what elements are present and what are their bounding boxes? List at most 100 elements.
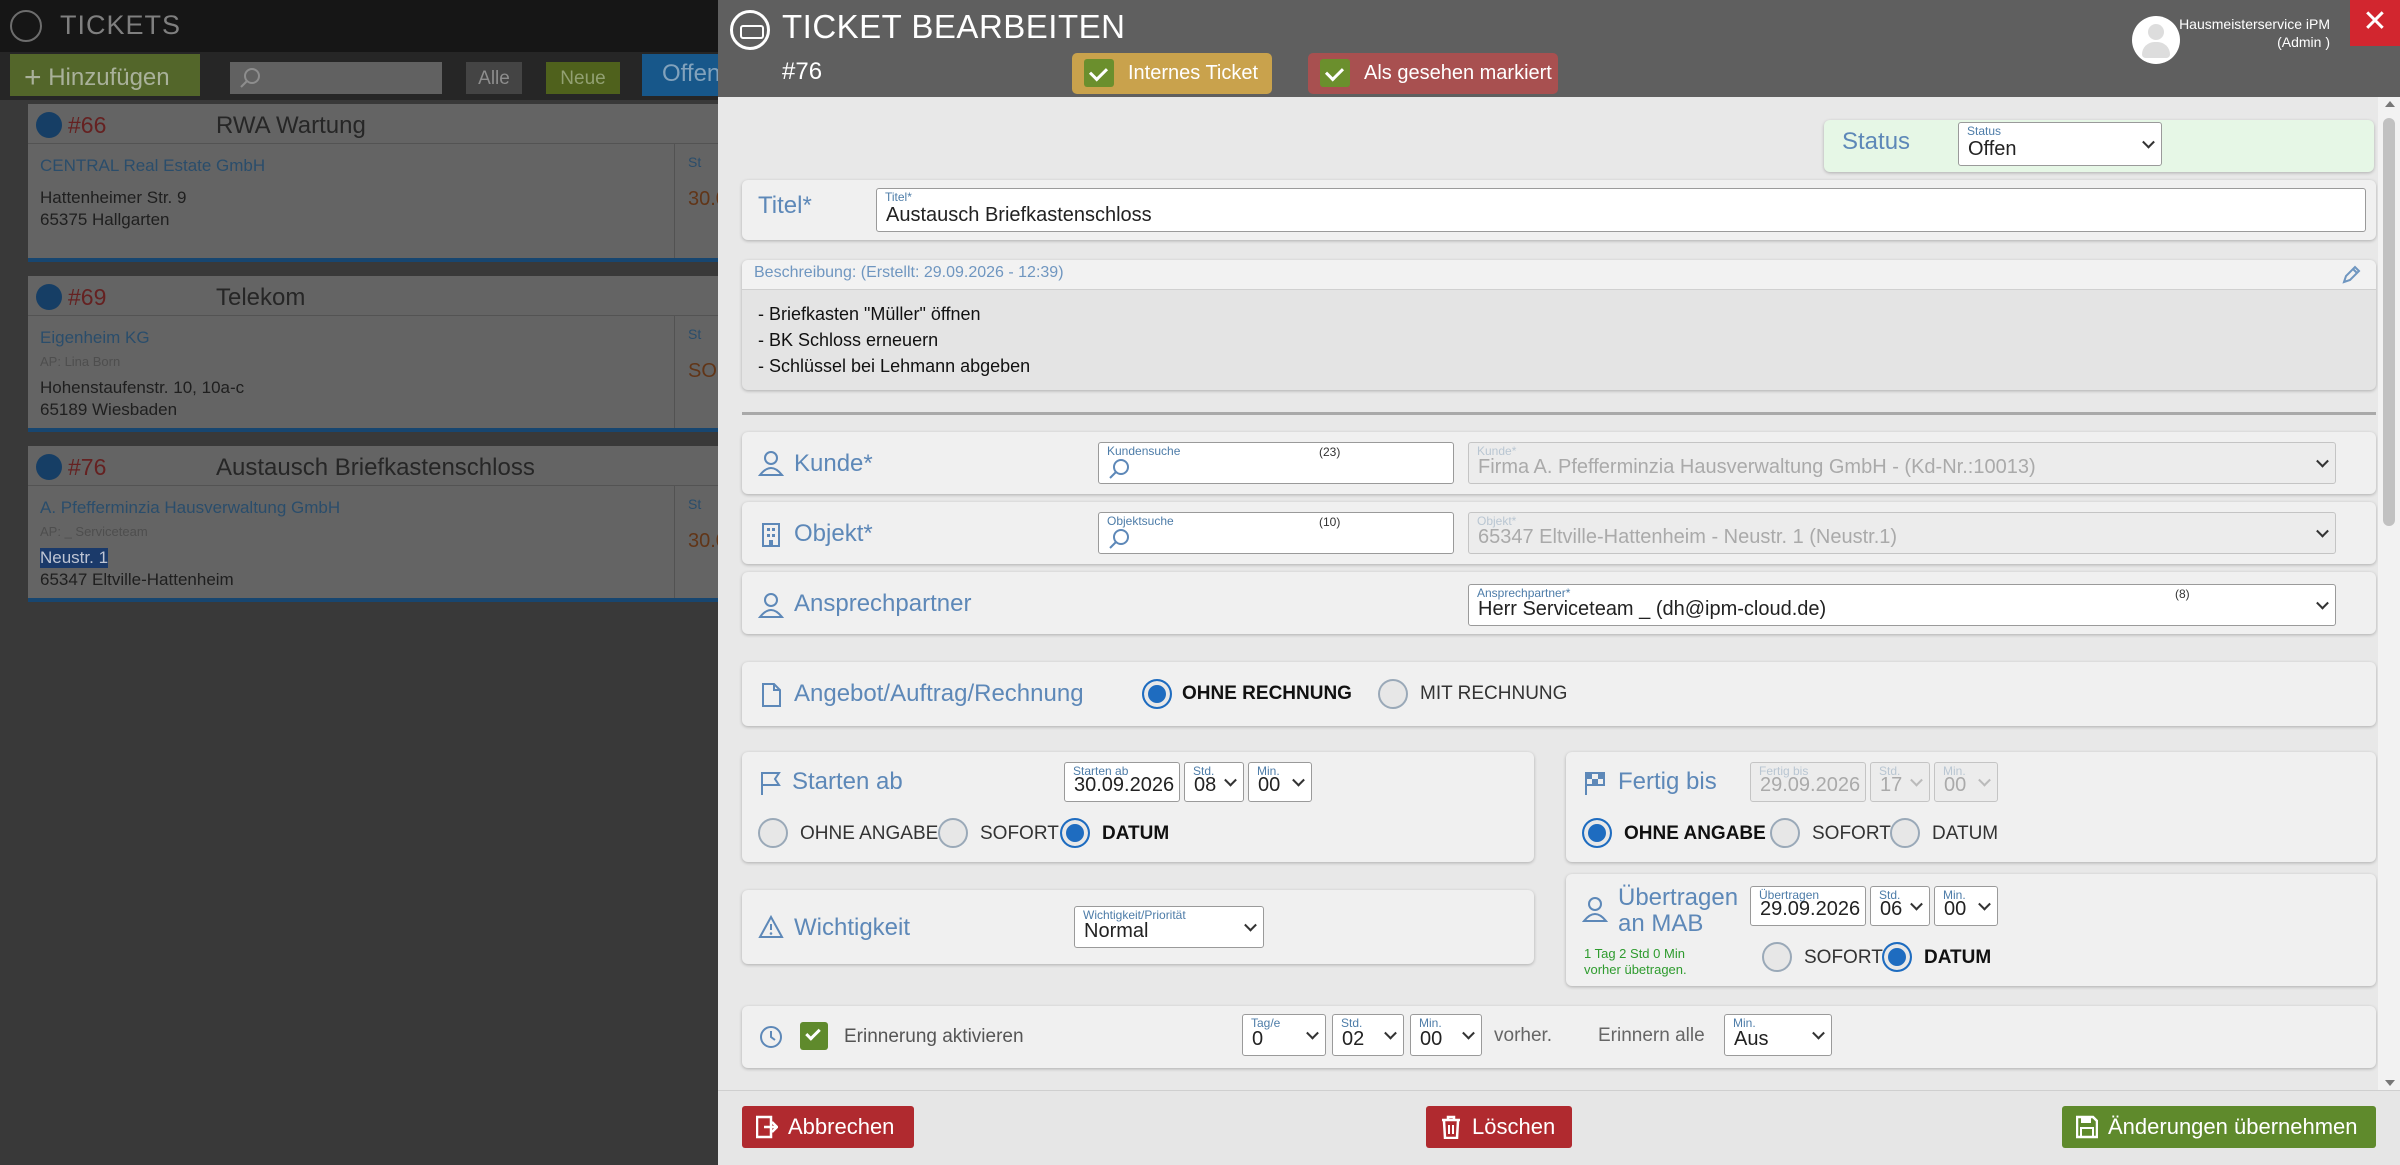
- object-select[interactable]: Objekt* 65347 Eltville-Hattenheim - Neus…: [1468, 512, 2336, 554]
- flag-icon: [761, 772, 781, 795]
- save-changes-label: Änderungen übernehmen: [2108, 1114, 2358, 1139]
- finish-now-label[interactable]: SOFORT: [1812, 823, 1891, 845]
- customer-select[interactable]: Kunde* Firma A. Pfefferminzia Hausverwal…: [1468, 442, 2336, 484]
- start-none-radio[interactable]: [758, 818, 788, 848]
- priority-label: Wichtigkeit: [794, 914, 911, 941]
- reminder-label[interactable]: Erinnerung aktivieren: [844, 1026, 1024, 1048]
- chevron-down-icon: [1462, 1026, 1475, 1040]
- finish-none-radio[interactable]: [1582, 818, 1612, 848]
- priority-select[interactable]: Wichtigkeit/Priorität Normal: [1074, 906, 1264, 948]
- object-search-count: (10): [1319, 515, 1341, 529]
- finish-min-value: 00: [1944, 774, 1967, 796]
- finish-date-radio[interactable]: [1890, 818, 1920, 848]
- transfer-now-radio[interactable]: [1762, 942, 1792, 972]
- chevron-down-icon: [1306, 1026, 1319, 1040]
- transfer-hour-value: 06: [1880, 898, 1903, 920]
- start-date-value: 30.09.2026: [1074, 774, 1175, 796]
- start-date-input[interactable]: Starten ab 30.09.2026: [1064, 762, 1180, 802]
- reminder-hours-value: 02: [1342, 1028, 1365, 1050]
- object-label: Objekt*: [794, 520, 873, 547]
- user-name: Hausmeisterservice iPM: [2179, 16, 2330, 32]
- reminder-repeat-select[interactable]: Min. Aus: [1724, 1014, 1832, 1056]
- billing-without-label[interactable]: OHNE RECHNUNG: [1182, 683, 1352, 705]
- finish-none-label[interactable]: OHNE ANGABE: [1624, 823, 1766, 845]
- reminder-days-select[interactable]: Tag/e 0: [1242, 1014, 1326, 1056]
- description-header: Beschreibung: (Erstellt: 29.09.2026 - 12…: [754, 264, 1064, 281]
- finish-date-option-label[interactable]: DATUM: [1932, 823, 1998, 845]
- billing-without-radio[interactable]: [1142, 679, 1172, 709]
- chevron-down-icon: [1910, 897, 1923, 911]
- transfer-date-radio[interactable]: [1882, 942, 1912, 972]
- chevron-down-icon: [2316, 524, 2329, 538]
- chevron-down-icon: [2316, 596, 2329, 610]
- reminder-checkbox[interactable]: [800, 1022, 828, 1050]
- search-icon: [1109, 459, 1129, 479]
- start-now-radio[interactable]: [938, 818, 968, 848]
- ticket-number: #76: [782, 58, 823, 85]
- transfer-date-value: 29.09.2026: [1760, 898, 1861, 920]
- chevron-down-icon: [1910, 773, 1923, 787]
- scroll-down-icon[interactable]: [2385, 1080, 2395, 1086]
- mark-seen-toggle[interactable]: Als gesehen markiert: [1308, 53, 1558, 94]
- chevron-down-icon: [1292, 773, 1305, 787]
- start-min-select[interactable]: Min. 00: [1248, 762, 1312, 802]
- finish-min-select[interactable]: Min. 00: [1934, 762, 1998, 802]
- checkbox-checked-icon: [1084, 59, 1114, 87]
- status-select[interactable]: Status Offen: [1958, 122, 2162, 166]
- cancel-button[interactable]: Abbrechen: [742, 1106, 914, 1148]
- billing-with-radio[interactable]: [1378, 679, 1408, 709]
- section-divider: [742, 412, 2376, 415]
- contact-value: Herr Serviceteam _ (dh@ipm-cloud.de): [1478, 598, 1827, 620]
- transfer-label-line2: an MAB: [1618, 910, 1704, 937]
- customer-search-count: (23): [1319, 445, 1341, 459]
- title-input[interactable]: Titel* Austausch Briefkastenschloss: [876, 188, 2366, 232]
- delete-button[interactable]: Löschen: [1426, 1106, 1572, 1148]
- document-icon: [762, 683, 781, 707]
- reminder-before-label: vorher.: [1494, 1025, 1553, 1046]
- finish-date-input[interactable]: Fertig bis 29.09.2026: [1750, 762, 1866, 802]
- finish-hour-select[interactable]: Std. 17: [1870, 762, 1930, 802]
- transfer-date-input[interactable]: Übertragen 29.09.2026: [1750, 886, 1866, 926]
- transfer-min-select[interactable]: Min. 00: [1934, 886, 1998, 926]
- pencil-icon[interactable]: [2340, 264, 2362, 286]
- search-icon: [1109, 529, 1129, 549]
- checkmark-icon: [805, 1025, 821, 1041]
- reminder-mins-select[interactable]: Min. 00: [1410, 1014, 1482, 1056]
- reminder-hours-select[interactable]: Std. 02: [1332, 1014, 1404, 1056]
- clock-icon: [760, 1026, 782, 1048]
- building-icon: [762, 523, 780, 547]
- start-now-label[interactable]: SOFORT: [980, 823, 1059, 845]
- start-min-value: 00: [1258, 774, 1281, 796]
- status-value: Offen: [1968, 138, 2017, 160]
- scrollbar-thumb[interactable]: [2383, 118, 2395, 526]
- user-avatar-icon[interactable]: [2132, 16, 2180, 64]
- finish-now-radio[interactable]: [1770, 818, 1800, 848]
- finish-hour-value: 17: [1880, 774, 1903, 796]
- status-field-label: Status: [1967, 124, 2002, 138]
- finish-label: Fertig bis: [1618, 768, 1717, 795]
- chevron-down-icon: [1384, 1026, 1397, 1040]
- start-date-option-label[interactable]: DATUM: [1102, 823, 1169, 845]
- start-date-radio[interactable]: [1060, 818, 1090, 848]
- start-none-label[interactable]: OHNE ANGABE: [800, 823, 938, 845]
- chevron-down-icon: [2316, 454, 2329, 468]
- customer-value: Firma A. Pfefferminzia Hausverwaltung Gm…: [1478, 456, 2036, 478]
- close-modal-button[interactable]: ✕: [2350, 0, 2400, 46]
- scroll-up-icon[interactable]: [2385, 101, 2395, 107]
- transfer-now-label[interactable]: SOFORT: [1804, 947, 1883, 969]
- exit-icon: [756, 1115, 778, 1139]
- edit-ticket-modal: TICKET BEARBEITEN #76 Internes Ticket Al…: [718, 0, 2400, 1165]
- transfer-date-option-label[interactable]: DATUM: [1924, 947, 1991, 969]
- start-hour-select[interactable]: Std. 08: [1184, 762, 1244, 802]
- save-changes-button[interactable]: Änderungen übernehmen: [2062, 1106, 2376, 1148]
- chevron-down-icon: [1224, 773, 1237, 787]
- transfer-hour-select[interactable]: Std. 06: [1870, 886, 1930, 926]
- reminder-days-value: 0: [1252, 1028, 1264, 1050]
- billing-with-label[interactable]: MIT RECHNUNG: [1420, 683, 1567, 705]
- internal-ticket-toggle[interactable]: Internes Ticket: [1072, 53, 1272, 94]
- object-value: 65347 Eltville-Hattenheim - Neustr. 1 (N…: [1478, 526, 1898, 548]
- customer-search-input[interactable]: Kundensuche (23): [1098, 442, 1454, 484]
- object-search-input[interactable]: Objektsuche (10): [1098, 512, 1454, 554]
- contact-select[interactable]: Ansprechpartner* (8) Herr Serviceteam _ …: [1468, 584, 2336, 626]
- transfer-note: vorher übetragen.: [1584, 962, 1687, 977]
